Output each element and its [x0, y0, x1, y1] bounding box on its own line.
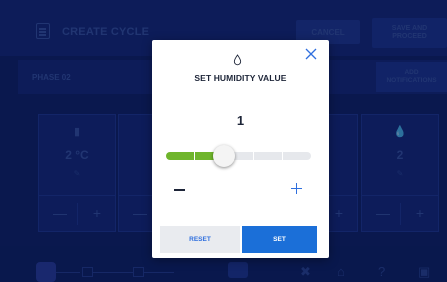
slider-segment[interactable] [282, 152, 311, 160]
slider-segment[interactable] [166, 152, 195, 160]
dialog-title: SET HUMIDITY VALUE [194, 73, 287, 83]
minus-icon[interactable] [174, 184, 186, 196]
plus-icon[interactable] [291, 183, 303, 195]
reset-button[interactable]: RESET [160, 226, 240, 253]
set-button[interactable]: SET [242, 226, 317, 253]
humidity-slider[interactable] [166, 145, 311, 167]
drop-icon [233, 54, 242, 66]
close-icon[interactable] [304, 47, 318, 61]
humidity-value: 1 [236, 113, 245, 128]
slider-thumb[interactable] [213, 145, 236, 167]
slider-segment[interactable] [253, 152, 282, 160]
humidity-dialog: SET HUMIDITY VALUE 1 RESET SET [152, 40, 329, 258]
